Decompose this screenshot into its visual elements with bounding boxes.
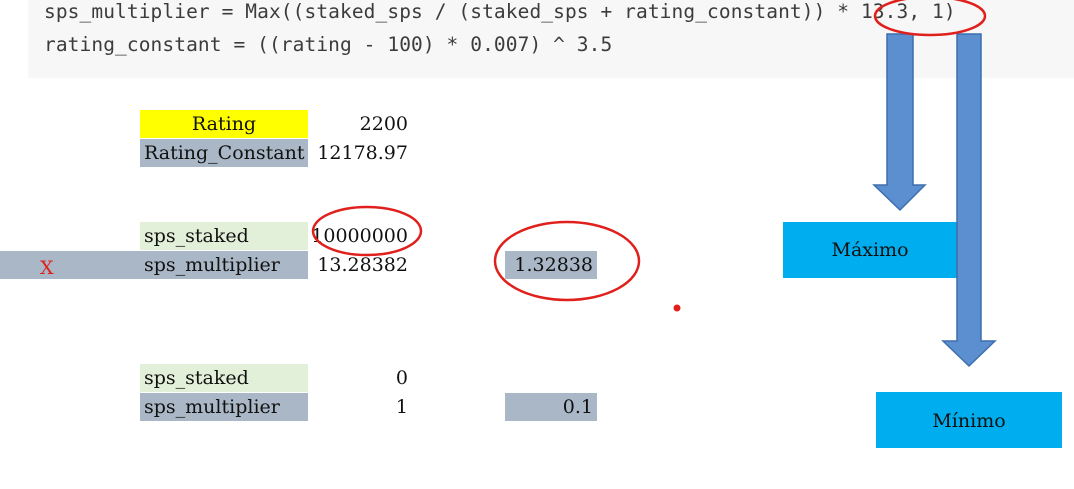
arrow-to-maximo-icon	[872, 33, 927, 212]
circle-scaled-value-annotation	[493, 220, 641, 302]
arrow-to-minimo-icon	[941, 33, 997, 368]
circle-13-3-annotation	[873, 0, 987, 37]
circle-staked-value-annotation	[311, 205, 423, 257]
red-dot-annotation	[673, 304, 681, 312]
annotation-overlay	[311, 0, 997, 368]
